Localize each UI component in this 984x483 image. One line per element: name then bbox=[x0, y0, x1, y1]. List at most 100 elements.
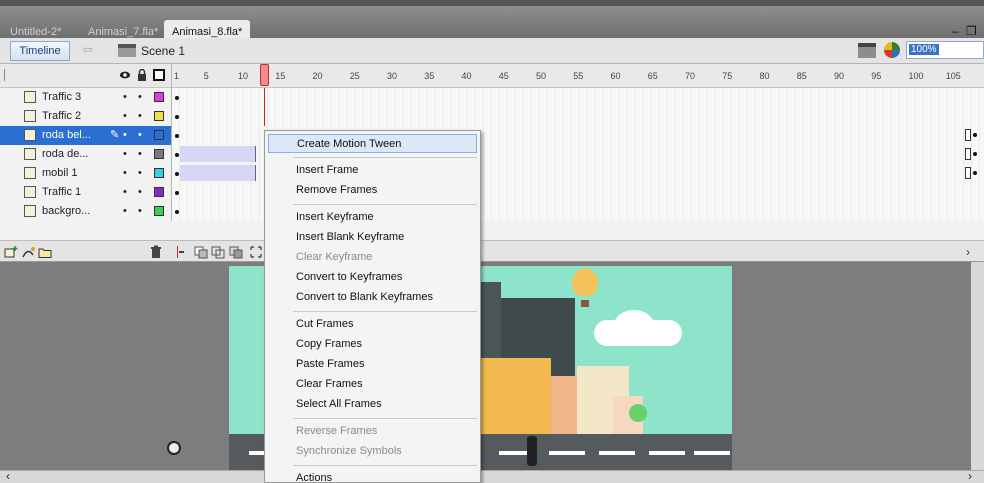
layer-name[interactable]: Traffic 3 bbox=[42, 91, 81, 103]
outline-color-box[interactable] bbox=[154, 111, 164, 121]
lock-icon[interactable] bbox=[136, 69, 148, 81]
layer-name-cell[interactable]: backgro... • • bbox=[0, 202, 172, 221]
new-folder-icon[interactable] bbox=[38, 245, 52, 259]
onion-skin-outlines-icon[interactable] bbox=[211, 245, 225, 259]
visibility-dot[interactable]: • bbox=[123, 205, 127, 217]
layer-name-cell[interactable]: Traffic 2 • • bbox=[0, 107, 172, 126]
layer-frames[interactable] bbox=[172, 107, 984, 126]
lock-dot[interactable]: • bbox=[138, 148, 142, 160]
menu-item-cut-frames[interactable]: Cut Frames bbox=[268, 315, 477, 334]
visibility-dot[interactable]: • bbox=[123, 148, 127, 160]
layer-name[interactable]: roda bel... bbox=[42, 129, 91, 141]
show-hide-eye-icon[interactable] bbox=[119, 69, 131, 81]
outline-square-icon[interactable] bbox=[153, 69, 165, 81]
lock-dot[interactable]: • bbox=[138, 129, 142, 141]
timeline-scroll-right-icon[interactable]: › bbox=[966, 245, 970, 259]
keyframe[interactable] bbox=[175, 153, 179, 157]
vertical-scrollbar[interactable] bbox=[971, 262, 984, 470]
new-motion-guide-icon[interactable] bbox=[21, 245, 35, 259]
keyframe[interactable] bbox=[175, 115, 179, 119]
scroll-left-icon[interactable]: ‹ bbox=[6, 469, 10, 483]
visibility-dot[interactable]: • bbox=[123, 129, 127, 141]
keyframe[interactable] bbox=[175, 172, 179, 176]
layer-frames[interactable] bbox=[172, 88, 984, 107]
end-frame[interactable] bbox=[965, 129, 971, 141]
hot-air-balloon[interactable] bbox=[572, 268, 598, 296]
menu-item-convert-to-blank-keyframes[interactable]: Convert to Blank Keyframes bbox=[268, 288, 477, 307]
menu-item-convert-to-keyframes[interactable]: Convert to Keyframes bbox=[268, 268, 477, 287]
layer-name[interactable]: Traffic 1 bbox=[42, 186, 81, 198]
edit-multiple-frames-icon[interactable] bbox=[229, 245, 243, 259]
center-frame-icon[interactable] bbox=[175, 245, 185, 259]
tween-span[interactable] bbox=[180, 165, 256, 181]
lock-dot[interactable]: • bbox=[138, 167, 142, 179]
keyframe[interactable] bbox=[175, 134, 179, 138]
layer-name[interactable]: backgro... bbox=[42, 205, 90, 217]
back-arrow-icon[interactable]: ⇦ bbox=[82, 42, 93, 58]
menu-item-actions[interactable]: Actions bbox=[268, 469, 477, 483]
delete-layer-trash-icon[interactable] bbox=[150, 245, 162, 259]
outline-color-box[interactable] bbox=[154, 187, 164, 197]
layer-name-cell[interactable]: roda de... • • bbox=[0, 145, 172, 164]
layer-row[interactable]: backgro... • • bbox=[0, 202, 984, 221]
layer-row[interactable]: Traffic 2 • • bbox=[0, 107, 984, 126]
menu-item-remove-frames[interactable]: Remove Frames bbox=[268, 181, 477, 200]
visibility-dot[interactable]: • bbox=[123, 186, 127, 198]
menu-item-paste-frames[interactable]: Paste Frames bbox=[268, 355, 477, 374]
outline-color-box[interactable] bbox=[154, 130, 164, 140]
layer-name-cell[interactable]: Traffic 3 • • bbox=[0, 88, 172, 107]
keyframe[interactable] bbox=[973, 171, 977, 175]
layer-name-cell[interactable]: mobil 1 • • bbox=[0, 164, 172, 183]
lock-dot[interactable]: • bbox=[138, 110, 142, 122]
outline-color-box[interactable] bbox=[154, 206, 164, 216]
scroll-right-icon[interactable]: › bbox=[968, 469, 972, 483]
outline-color-box[interactable] bbox=[154, 149, 164, 159]
keyframe[interactable] bbox=[973, 133, 977, 137]
onion-skin-icon[interactable] bbox=[194, 245, 208, 259]
layer-name[interactable]: Traffic 2 bbox=[42, 110, 81, 122]
layer-row[interactable]: Traffic 3 • • bbox=[0, 88, 984, 107]
panel-grip-icon[interactable] bbox=[2, 69, 14, 81]
visibility-dot[interactable]: • bbox=[123, 91, 127, 103]
keyframe[interactable] bbox=[973, 152, 977, 156]
edit-scene-icon[interactable] bbox=[858, 43, 876, 58]
menu-item-select-all-frames[interactable]: Select All Frames bbox=[268, 395, 477, 414]
lock-dot[interactable]: • bbox=[138, 91, 142, 103]
zoom-input[interactable]: 100% bbox=[906, 41, 984, 59]
timeline-button[interactable]: Timeline bbox=[10, 41, 70, 61]
layer-name[interactable]: mobil 1 bbox=[42, 167, 77, 179]
outline-color-box[interactable] bbox=[154, 92, 164, 102]
menu-item-reverse-frames[interactable]: Reverse Frames bbox=[268, 422, 477, 441]
layer-name-cell[interactable]: Traffic 1 • • bbox=[0, 183, 172, 202]
traffic-light[interactable] bbox=[527, 436, 537, 466]
menu-item-synchronize-symbols[interactable]: Synchronize Symbols bbox=[268, 442, 477, 461]
layer-row[interactable]: roda de... • • bbox=[0, 145, 984, 164]
minimize-icon[interactable]: – bbox=[952, 24, 959, 38]
layer-row[interactable]: roda bel... ✎ • • bbox=[0, 126, 984, 145]
lock-dot[interactable]: • bbox=[138, 205, 142, 217]
layer-name[interactable]: roda de... bbox=[42, 148, 88, 160]
keyframe[interactable] bbox=[175, 210, 179, 214]
visibility-dot[interactable]: • bbox=[123, 167, 127, 179]
menu-item-create-motion-tween[interactable]: Create Motion Tween bbox=[268, 134, 477, 153]
globe-icon[interactable] bbox=[167, 441, 181, 455]
frame-ruler[interactable]: 1 5 10 15 20 25 30 35 40 45 50 55 60 65 70 75 80 85 90 95 10… bbox=[172, 64, 984, 88]
playhead[interactable] bbox=[260, 64, 269, 86]
layer-name-cell[interactable]: roda bel... ✎ • • bbox=[0, 126, 172, 145]
edit-symbols-icon[interactable] bbox=[884, 42, 900, 58]
keyframe[interactable] bbox=[175, 191, 179, 195]
scene-label[interactable]: Scene 1 bbox=[141, 44, 185, 58]
restore-icon[interactable]: ❐ bbox=[966, 24, 977, 38]
menu-item-clear-frames[interactable]: Clear Frames bbox=[268, 375, 477, 394]
menu-item-insert-keyframe[interactable]: Insert Keyframe bbox=[268, 208, 477, 227]
outline-color-box[interactable] bbox=[154, 168, 164, 178]
horizontal-scrollbar[interactable]: ‹ › bbox=[0, 469, 984, 483]
tween-span[interactable] bbox=[180, 146, 256, 162]
layer-row[interactable]: mobil 1 • • bbox=[0, 164, 984, 183]
menu-item-insert-blank-keyframe[interactable]: Insert Blank Keyframe bbox=[268, 228, 477, 247]
new-layer-icon[interactable] bbox=[4, 245, 18, 259]
lock-dot[interactable]: • bbox=[138, 186, 142, 198]
menu-item-insert-frame[interactable]: Insert Frame bbox=[268, 161, 477, 180]
menu-item-copy-frames[interactable]: Copy Frames bbox=[268, 335, 477, 354]
modify-onion-markers-icon[interactable] bbox=[249, 245, 263, 259]
